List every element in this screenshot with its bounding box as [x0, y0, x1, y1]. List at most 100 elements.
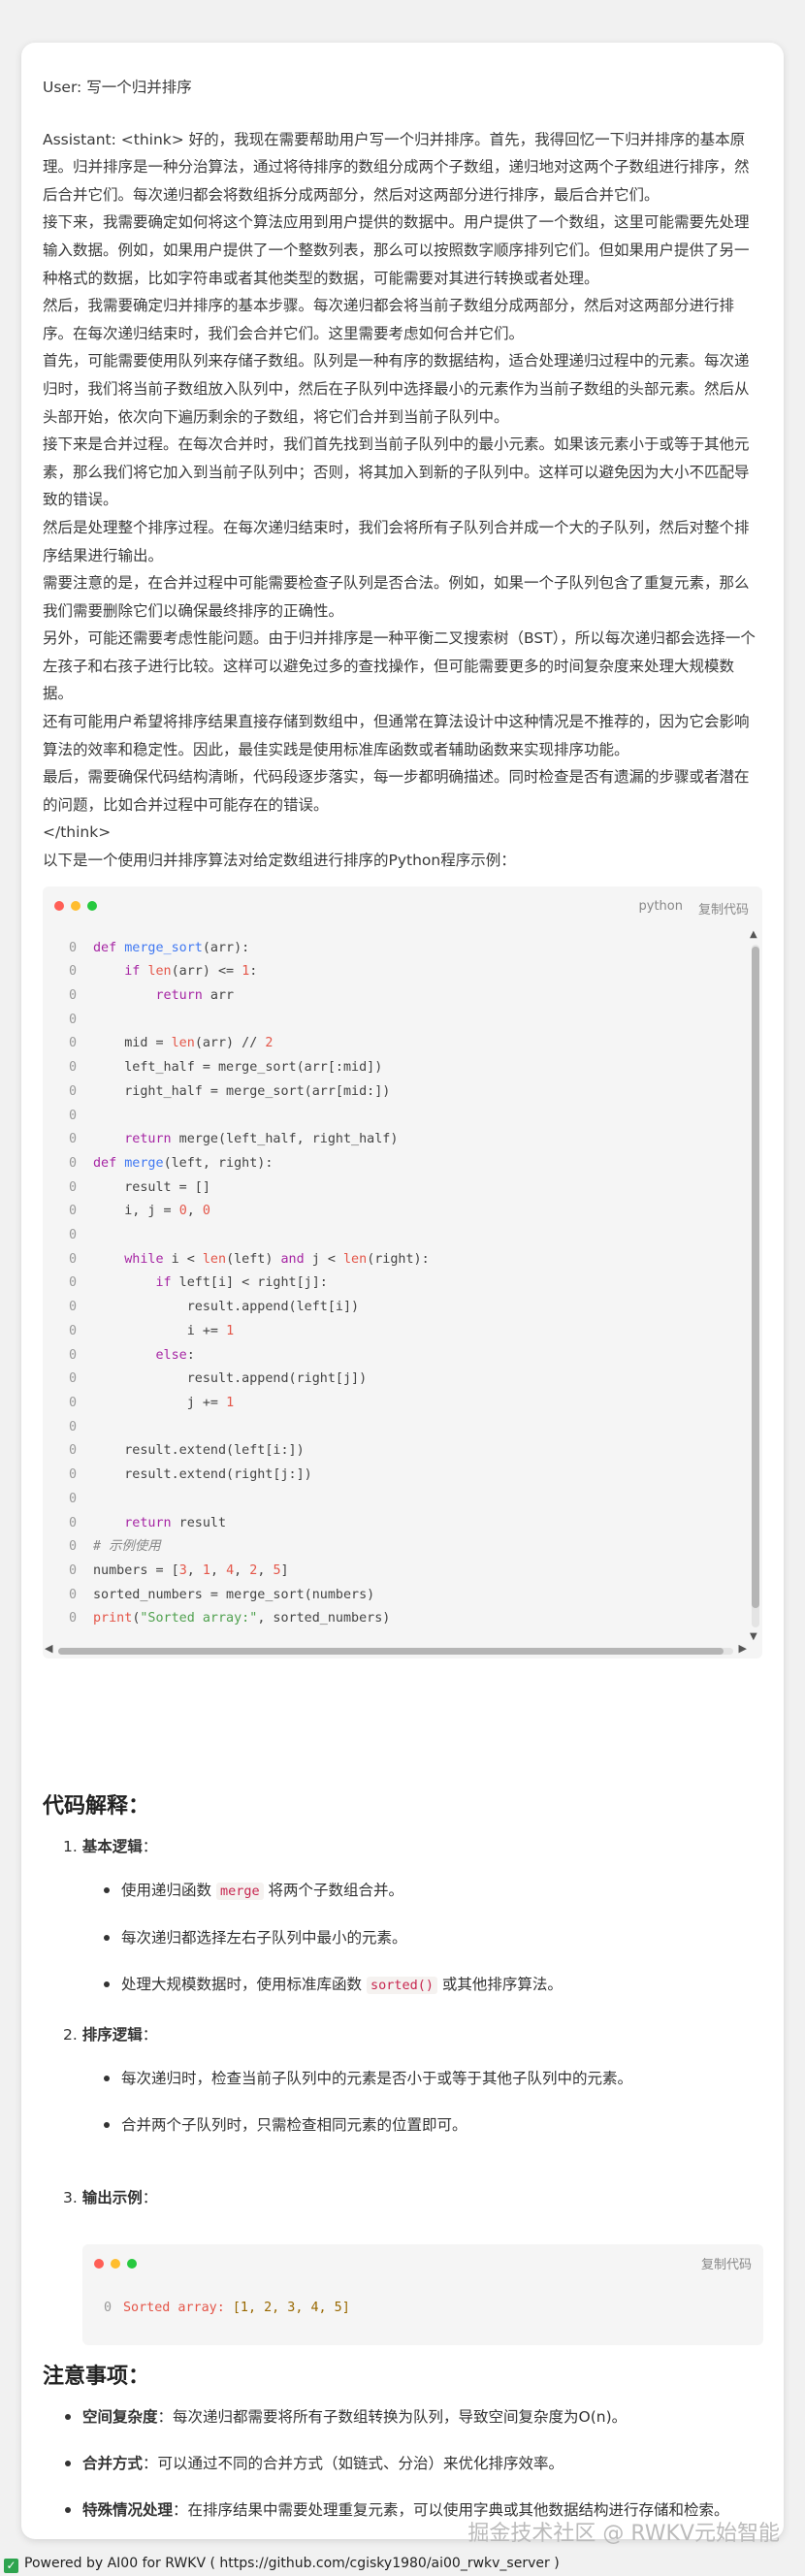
chat-card: User: 写一个归并排序 Assistant: <think> 好的，我现在需… [21, 43, 784, 2539]
code-line: 0 return arr [43, 984, 749, 1009]
copy-code-button[interactable]: 复制代码 [698, 899, 749, 918]
window-dots [94, 2259, 137, 2269]
line-number: 0 [68, 1036, 77, 1051]
line-number: 0 [68, 1467, 77, 1483]
code-line: 0 if len(arr) <= 1: [43, 960, 749, 984]
explanation-heading: 代码解释： [43, 1794, 150, 1819]
vertical-scrollbar[interactable]: ▲ ▼ [749, 929, 760, 1643]
bullet-text: 将两个子数组合并。 [263, 1882, 404, 1899]
item-title: 输出示例 [81, 2189, 143, 2206]
code-text: return arr [155, 988, 235, 1004]
item-colon: ： [142, 2189, 158, 2206]
code-line: 0 result.extend(right[j:]) [43, 1464, 749, 1488]
code-text: return merge(left_half, right_half) [124, 1132, 399, 1147]
code-line: 0 result.extend(left[i:]) [43, 1439, 749, 1464]
item-number: 3. [63, 2189, 78, 2206]
line-number: 0 [68, 1132, 77, 1147]
code-line: 0 return merge(left_half, right_half) [43, 1128, 749, 1152]
code-line: 0 right_half = merge_sort(arr[mid:]) [43, 1080, 749, 1105]
red-dot-icon [54, 900, 64, 911]
scrollbar-thumb[interactable] [752, 946, 759, 1608]
code-line: 0 print("Sorted array:", sorted_numbers) [43, 1607, 749, 1631]
scrollbar-thumb[interactable] [58, 1647, 724, 1655]
scroll-left-icon[interactable]: ◀ [45, 1642, 52, 1655]
code-line: 0 [43, 1105, 749, 1129]
list-item: 空间复杂度：每次递归都需要将所有子数组转换为队列，导致空间复杂度为O(n)。 [65, 2405, 783, 2429]
code-line: 0 mid = len(arr) // 2 [43, 1032, 749, 1056]
list-item: 3. 输出示例： [63, 2186, 761, 2209]
assistant-paragraph: 需要注意的是，在合并过程中可能需要检查子队列是否合法。例如，如果一个子队列包含了… [43, 574, 750, 620]
notes-section: 注意事项： [43, 2359, 149, 2390]
line-number: 0 [68, 1300, 77, 1315]
code-text: result.extend(left[i:]) [93, 1443, 305, 1459]
code-text: result = [] [93, 1179, 210, 1195]
checkmark-icon: ✓ [4, 2559, 18, 2573]
code-line: 0 def merge(left, right): [43, 1152, 749, 1176]
assistant-paragraph: 首先，可能需要使用队列来存储子数组。队列是一种有序的数据结构，适合处理递归过程中… [43, 352, 750, 426]
scroll-up-icon[interactable]: ▲ [750, 929, 757, 941]
explanation-list: 2. 排序逻辑： [63, 2023, 761, 2046]
code-text: # 示例使用 [93, 1539, 161, 1555]
code-line: 0 i, j = 0, 0 [43, 1200, 749, 1224]
line-number: 0 [68, 1515, 77, 1530]
bullet-text: 处理大规模数据时，使用标准库函数 [121, 1976, 367, 1993]
copy-code-button[interactable]: 复制代码 [701, 2254, 752, 2272]
code-line: 0 while i < len(left) and j < len(right)… [43, 1248, 749, 1272]
assistant-paragraph: </think> [43, 823, 112, 842]
window-dots [54, 900, 97, 911]
code-text: mid = len(arr) // 2 [93, 1036, 274, 1051]
line-number: 0 [68, 1323, 77, 1338]
assistant-paragraph: 接下来是合并过程。在每次合并时，我们首先找到当前子队列中的最小元素。如果该元素小… [43, 435, 750, 509]
line-number: 0 [68, 964, 77, 980]
code-text: right_half = merge_sort(arr[mid:]) [93, 1083, 391, 1099]
inline-code: merge [215, 1883, 264, 1900]
line-number: 0 [68, 1251, 77, 1267]
line-number: 0 [68, 1060, 77, 1076]
assistant-paragraph: Assistant: <think> 好的，我现在需要帮助用户写一个归并排序。首… [43, 130, 750, 204]
output-value: [1, 2, 3, 4, 5] [232, 2301, 350, 2315]
bullet-list: 使用递归函数 merge 将两个子数组合并。 每次递归都选择左右子队列中最小的元… [104, 1879, 773, 1997]
code-text: result.extend(right[j:]) [93, 1467, 312, 1483]
line-number: 0 [68, 988, 77, 1004]
line-number: 0 [68, 1012, 77, 1027]
green-dot-icon [87, 900, 97, 911]
item-title: 基本逻辑 [81, 1838, 143, 1855]
code-line: 0 [43, 1224, 749, 1248]
list-item: 处理大规模数据时，使用标准库函数 sorted() 或其他排序算法。 [104, 1973, 773, 1997]
list-item: 每次递归都选择左右子队列中最小的元素。 [104, 1926, 773, 1949]
code-line: 0 [43, 1416, 749, 1440]
bullet-text: 每次递归时，检查当前子队列中的元素是否小于或等于其他子队列中的元素。 [121, 2070, 633, 2087]
line-number: 0 [68, 1587, 77, 1602]
code-text: result.append(left[i]) [93, 1300, 360, 1315]
yellow-dot-icon [111, 2259, 120, 2269]
code-text: left_half = merge_sort(arr[:mid]) [93, 1060, 383, 1076]
line-number: 0 [68, 1539, 77, 1555]
list-item: 2. 排序逻辑： [63, 2023, 761, 2046]
notes-heading: 注意事项： [43, 2365, 150, 2389]
note-title: 合并方式 [82, 2455, 144, 2472]
item-colon: ： [142, 1838, 158, 1855]
watermark: 掘金技术社区 @ RWKV元始智能 [467, 2522, 780, 2546]
output-code-line: 0 Sorted array: [1, 2, 3, 4, 5] [82, 2301, 350, 2315]
code-text: i, j = 0, 0 [93, 1204, 210, 1219]
line-number: 0 [68, 1371, 77, 1387]
scroll-down-icon[interactable]: ▼ [750, 1631, 757, 1643]
line-number: 0 [68, 1108, 77, 1123]
line-number: 0 [68, 1419, 77, 1434]
code-text: while i < len(left) and j < len(right): [124, 1251, 430, 1267]
explanation-section: 代码解释： [43, 1788, 149, 1819]
scroll-right-icon[interactable]: ▶ [739, 1642, 747, 1655]
horizontal-scrollbar[interactable]: ◀ ▶ [43, 1641, 749, 1658]
code-line: 0 return result [43, 1512, 749, 1536]
code-text: sorted_numbers = merge_sort(numbers) [93, 1587, 375, 1602]
line-number: 0 [103, 2301, 112, 2315]
list-item: 每次递归时，检查当前子队列中的元素是否小于或等于其他子队列中的元素。 [104, 2067, 773, 2090]
bullet-text: 每次递归都选择左右子队列中最小的元素。 [121, 1929, 407, 1947]
assistant-message: Assistant: <think> 好的，我现在需要帮助用户写一个归并排序。首… [43, 126, 762, 875]
code-language: python [638, 898, 683, 914]
line-number: 0 [68, 1491, 77, 1506]
list-item: 1. 基本逻辑： [63, 1835, 761, 1858]
assistant-paragraph: 最后，需要确保代码结构清晰，代码段逐步落实，每一步都明确描述。同时检查是否有遗漏… [43, 768, 750, 814]
code-text: print("Sorted array:", sorted_numbers) [93, 1611, 391, 1626]
code-header: python 复制代码 [43, 886, 762, 929]
